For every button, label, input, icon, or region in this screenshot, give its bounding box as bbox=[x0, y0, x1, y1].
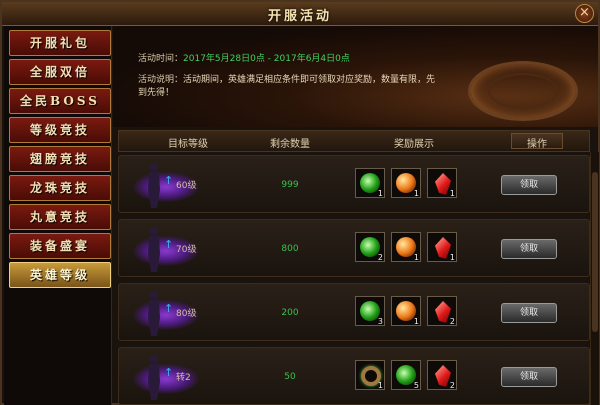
level-up-arrow-icon: ↑ bbox=[164, 366, 174, 379]
sidebar-item-hero-level[interactable]: 英雄等级 bbox=[9, 262, 111, 288]
reward-slot[interactable]: 1 bbox=[391, 168, 421, 198]
remaining-count: 50 bbox=[284, 372, 296, 382]
header-rewards: 奖励展示 bbox=[394, 139, 434, 150]
activity-time: 活动时间：2017年5月28日0点 - 2017年6月4日0点 bbox=[138, 53, 350, 66]
reward-slot[interactable]: 2 bbox=[427, 360, 457, 390]
remaining-count: 800 bbox=[281, 244, 299, 254]
reward-count: 1 bbox=[413, 317, 419, 326]
sidebar-item-opening-gift[interactable]: 开服礼包 bbox=[9, 30, 111, 56]
reward-count: 5 bbox=[413, 381, 419, 390]
reward-count: 2 bbox=[377, 253, 383, 262]
reward-count: 2 bbox=[449, 381, 455, 390]
red-crystal-icon bbox=[435, 301, 451, 323]
table-row: ↑ 60级 999 1 1 1 领取 bbox=[118, 155, 590, 213]
sidebar-item-world-boss[interactable]: 全民BOSS bbox=[9, 88, 111, 114]
target-level: 60级 bbox=[176, 181, 197, 191]
header-action-box: 操作 bbox=[511, 133, 563, 150]
scrollbar[interactable] bbox=[590, 152, 599, 405]
activity-time-label: 活动时间： bbox=[138, 54, 184, 64]
activity-time-value: 2017年5月28日0点 - 2017年6月4日0点 bbox=[183, 54, 350, 64]
red-crystal-icon bbox=[435, 237, 451, 259]
activity-description: 活动说明：活动期间，英雄满足相应条件即可领取对应奖励，数量有限，先到先得！ bbox=[138, 74, 438, 100]
sidebar-item-dragonball-race[interactable]: 龙珠竞技 bbox=[9, 175, 111, 201]
reward-count: 2 bbox=[449, 317, 455, 326]
level-up-arrow-icon: ↑ bbox=[164, 302, 174, 315]
reward-slot[interactable]: 2 bbox=[427, 296, 457, 326]
claim-button[interactable]: 领取 bbox=[501, 303, 557, 323]
sidebar-item-equip-feast[interactable]: 装备盛宴 bbox=[9, 233, 111, 259]
claim-button[interactable]: 领取 bbox=[501, 367, 557, 387]
reward-slot[interactable]: 1 bbox=[391, 296, 421, 326]
reward-count: 1 bbox=[377, 381, 383, 390]
red-crystal-icon bbox=[435, 173, 451, 195]
reward-count: 1 bbox=[449, 253, 455, 262]
reward-slot[interactable]: 1 bbox=[427, 168, 457, 198]
scroll-thumb[interactable] bbox=[592, 172, 598, 332]
title-bar: 开服活动 × bbox=[2, 2, 598, 26]
activity-banner: 活动时间：2017年5月28日0点 - 2017年6月4日0点 活动说明：活动期… bbox=[113, 26, 598, 127]
level-up-arrow-icon: ↑ bbox=[164, 238, 174, 251]
remaining-count: 999 bbox=[281, 180, 299, 190]
reward-count: 1 bbox=[413, 253, 419, 262]
close-icon[interactable]: × bbox=[575, 4, 594, 23]
reward-slot[interactable]: 1 bbox=[391, 232, 421, 262]
table-row: ↑ 70级 800 2 1 1 领取 bbox=[118, 219, 590, 277]
header-action: 操作 bbox=[527, 139, 547, 150]
reward-count: 1 bbox=[449, 189, 455, 198]
magic-circle-inner-icon bbox=[488, 73, 558, 109]
sidebar-item-pill-race[interactable]: 丸意竞技 bbox=[9, 204, 111, 230]
level-up-arrow-icon: ↑ bbox=[164, 174, 174, 187]
reward-slot[interactable]: 1 bbox=[355, 168, 385, 198]
red-crystal-icon bbox=[435, 365, 451, 387]
table-row: ↑ 80级 200 3 1 2 领取 bbox=[118, 283, 590, 341]
reward-slot[interactable]: 2 bbox=[355, 232, 385, 262]
header-target-level: 目标等级 bbox=[168, 139, 208, 150]
reward-slot[interactable]: 5 bbox=[391, 360, 421, 390]
reward-slot[interactable]: 1 bbox=[355, 360, 385, 390]
reward-slot[interactable]: 1 bbox=[427, 232, 457, 262]
claim-button[interactable]: 领取 bbox=[501, 175, 557, 195]
target-level: 转2 bbox=[176, 373, 191, 383]
reward-count: 1 bbox=[413, 189, 419, 198]
activity-desc-label: 活动说明： bbox=[138, 75, 184, 85]
claim-button[interactable]: 领取 bbox=[501, 239, 557, 259]
sidebar: 开服礼包 全服双倍 全民BOSS 等级竞技 翅膀竞技 龙珠竞技 丸意竞技 装备盛… bbox=[4, 26, 112, 405]
activity-desc-value: 活动期间，英雄满足相应条件即可领取对应奖励，数量有限，先到先得！ bbox=[138, 75, 436, 98]
remaining-count: 200 bbox=[281, 308, 299, 318]
reward-count: 3 bbox=[377, 317, 383, 326]
target-level: 80级 bbox=[176, 309, 197, 319]
header-remaining: 剩余数量 bbox=[270, 139, 310, 150]
window-title: 开服活动 bbox=[267, 9, 332, 24]
sidebar-item-double-exp[interactable]: 全服双倍 bbox=[9, 59, 111, 85]
table-row: ↑ 转2 50 1 5 2 领取 bbox=[118, 347, 590, 405]
reward-count: 1 bbox=[377, 189, 383, 198]
sidebar-item-wing-race[interactable]: 翅膀竞技 bbox=[9, 146, 111, 172]
reward-slot[interactable]: 3 bbox=[355, 296, 385, 326]
table-header: 目标等级 剩余数量 奖励展示 操作 bbox=[118, 130, 590, 152]
activity-window: 开服活动 × 开服礼包 全服双倍 全民BOSS 等级竞技 翅膀竞技 龙珠竞技 丸… bbox=[0, 0, 600, 405]
target-level: 70级 bbox=[176, 245, 197, 255]
sidebar-item-level-race[interactable]: 等级竞技 bbox=[9, 117, 111, 143]
